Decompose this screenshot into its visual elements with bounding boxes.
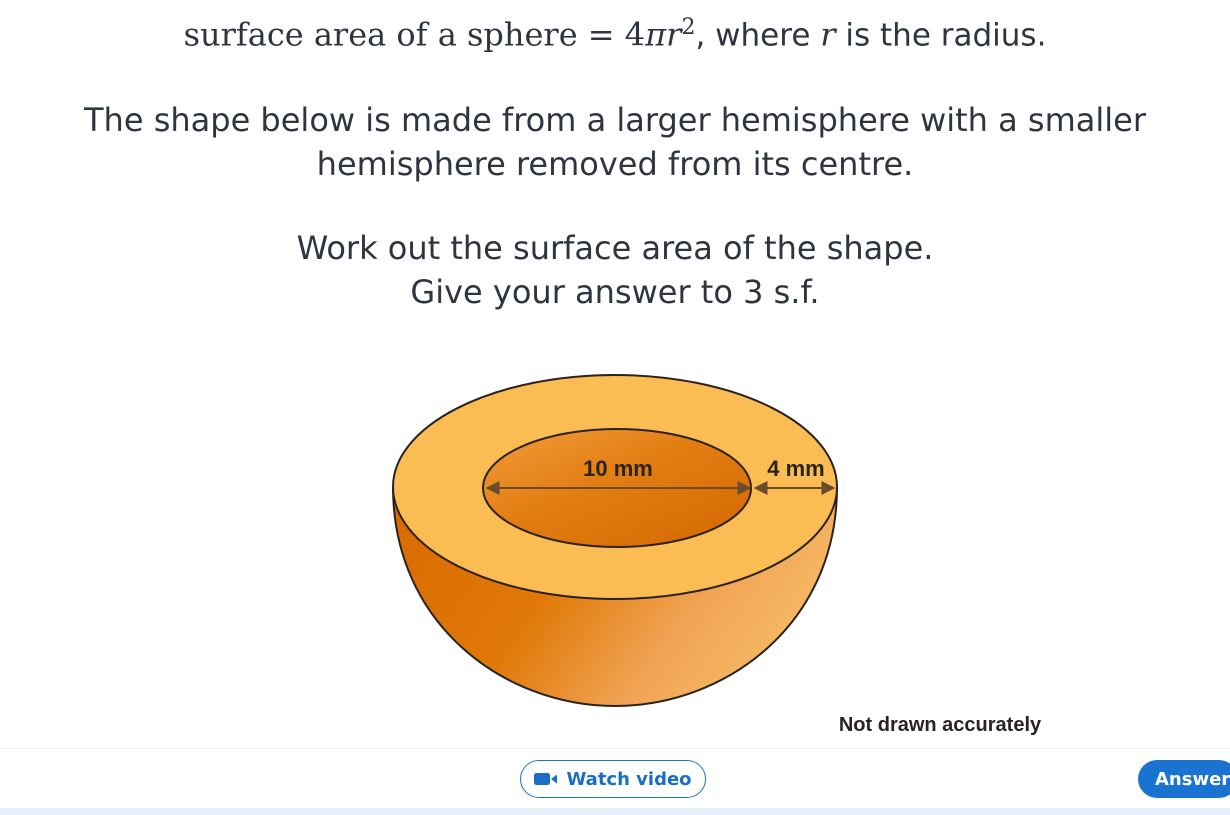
not-drawn-accurately-note: Not drawn accurately (839, 714, 1042, 736)
formula-pi: π (645, 15, 667, 54)
answer-label: Answer (1155, 768, 1230, 790)
bottom-strip (0, 808, 1230, 815)
thickness-label: 4 mm (767, 456, 824, 481)
watch-video-label: Watch video (566, 768, 692, 790)
formula-r: r (666, 15, 682, 54)
question-line-2: hemisphere removed from its centre. (316, 145, 914, 183)
formula-text: surface area of a sphere = 4 (183, 15, 646, 54)
formula-where: , where (695, 17, 821, 54)
question-paragraph-2: Work out the surface area of the shape. … (0, 226, 1230, 314)
video-camera-icon (534, 772, 558, 786)
watch-video-button[interactable]: Watch video (520, 760, 706, 798)
footer-divider (0, 748, 1230, 749)
formula-r-variable: r (820, 15, 836, 54)
question-paragraph-1: The shape below is made from a larger he… (0, 98, 1230, 186)
formula-line: surface area of a sphere = 4πr2, where r… (0, 4, 1230, 60)
answer-button[interactable]: Answer (1138, 760, 1230, 798)
hemisphere-figure: 10 mm 4 mm Not drawn accurately (391, 374, 1042, 736)
question-line-3: Work out the surface area of the shape. (296, 229, 934, 267)
formula-exponent: 2 (681, 15, 696, 40)
question-line-1: The shape below is made from a larger he… (84, 101, 1146, 139)
formula-end: is the radius. (835, 17, 1047, 54)
diameter-label: 10 mm (583, 456, 653, 481)
question-line-4: Give your answer to 3 s.f. (410, 273, 820, 311)
